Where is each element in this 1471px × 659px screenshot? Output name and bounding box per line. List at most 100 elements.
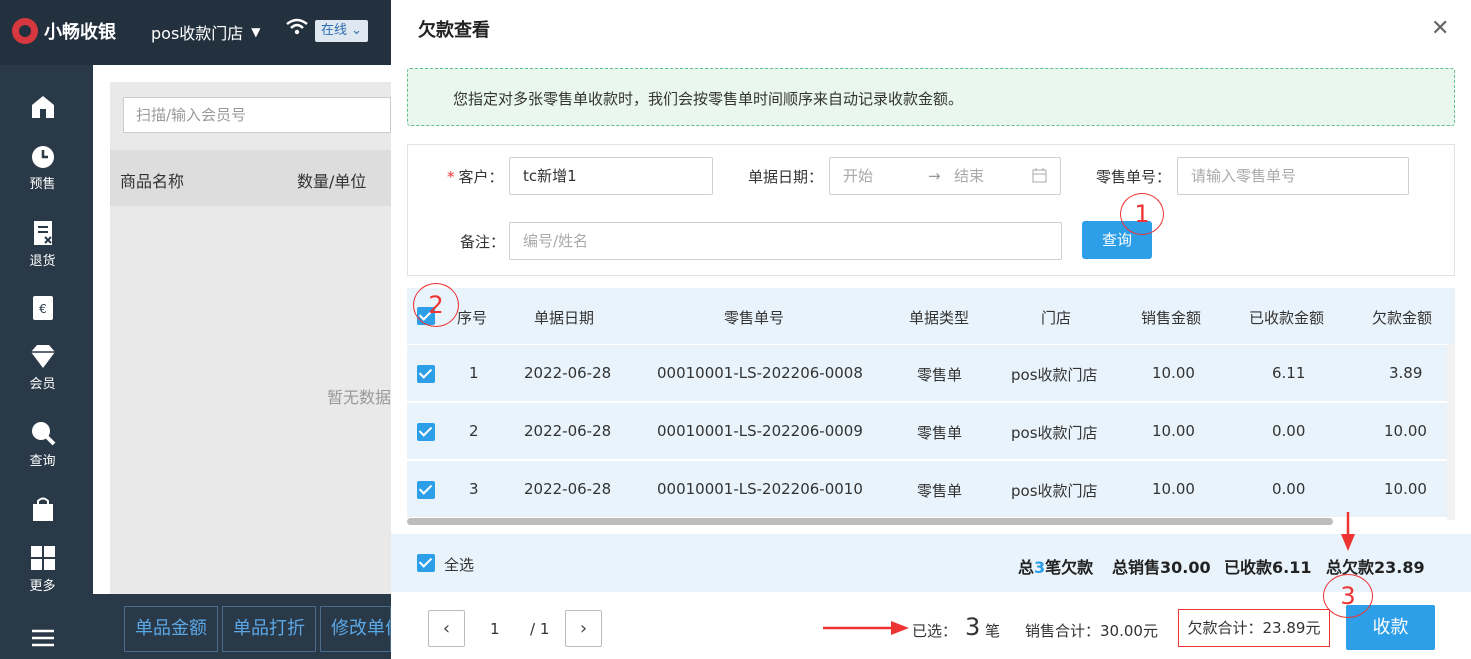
return-doc-icon — [33, 221, 52, 245]
cell-sales: 10.00 — [1152, 364, 1195, 382]
cell-received: 0.00 — [1272, 422, 1306, 440]
annotation-circle-1: 1 — [1120, 193, 1164, 235]
cell-date: 2022-06-28 — [524, 364, 612, 382]
date-label: 单据日期： — [748, 168, 824, 186]
nav-presale[interactable]: 预售 — [0, 143, 85, 192]
grid-icon — [30, 546, 55, 570]
cell-type: 零售单 — [917, 482, 963, 500]
total-received: 已收款6.11 — [1224, 558, 1312, 577]
total-pages: / 1 — [530, 620, 550, 638]
table-row[interactable]: 1 2022-06-28 00010001-LS-202206-0008 零售单… — [407, 345, 1447, 402]
calendar-icon — [1032, 168, 1047, 183]
remark-input[interactable]: 编号/姓名 — [509, 222, 1062, 260]
cell-retail-no: 00010001-LS-202206-0008 — [657, 364, 863, 382]
annotation-circle-2: 2 — [413, 283, 459, 327]
table-row[interactable]: 2 2022-06-28 00010001-LS-202206-0009 零售单… — [407, 403, 1447, 460]
cell-type: 零售单 — [917, 424, 963, 442]
cell-debt: 10.00 — [1384, 422, 1427, 440]
annotation-arrow-right-icon — [823, 621, 909, 635]
logo-icon — [12, 18, 38, 44]
cell-received: 0.00 — [1272, 480, 1306, 498]
row-checkbox[interactable] — [417, 365, 435, 383]
row-checkbox[interactable] — [417, 481, 435, 499]
nav-shop[interactable] — [0, 496, 85, 526]
th-store: 门店 — [1041, 309, 1072, 327]
select-all-checkbox[interactable] — [417, 554, 435, 572]
th-date: 单据日期 — [534, 309, 595, 327]
row-checkbox[interactable] — [417, 423, 435, 441]
col-product-name: 商品名称 — [120, 172, 185, 191]
nav-more[interactable]: 更多 — [0, 545, 85, 594]
vertical-scrollbar[interactable] — [1447, 344, 1455, 520]
notice-text: 您指定对多张零售单收款时，我们会按零售单时间顺序来自动记录收款金额。 — [453, 90, 964, 108]
total-count: 总3笔欠款 — [1018, 558, 1094, 577]
customer-label: * 客户： — [447, 168, 504, 186]
th-sales: 销售金额 — [1141, 309, 1202, 327]
cell-no: 1 — [469, 364, 479, 382]
nav-finance[interactable]: € — [0, 295, 85, 325]
modal-title: 欠款查看 — [418, 20, 490, 41]
store-name: pos收款门店 — [151, 24, 244, 43]
app-logo: 小畅收银 — [12, 18, 116, 44]
cell-sales: 10.00 — [1152, 422, 1195, 440]
debt-view-modal: 欠款查看 ✕ 您指定对多张零售单收款时，我们会按零售单时间顺序来自动记录收款金额… — [391, 0, 1471, 659]
cell-debt: 10.00 — [1384, 480, 1427, 498]
menu-icon[interactable] — [0, 625, 85, 655]
home-icon — [31, 96, 54, 118]
nav-home[interactable] — [0, 93, 85, 123]
th-retail-no: 零售单号 — [724, 309, 785, 327]
selected-label: 已选： — [912, 622, 958, 640]
table-header: 序号 单据日期 零售单号 单据类型 门店 销售金额 已收款金额 欠款金额 — [407, 288, 1455, 344]
th-type: 单据类型 — [909, 309, 970, 327]
date-end: 结束 — [954, 167, 985, 185]
svg-text:€: € — [39, 302, 47, 316]
th-received: 已收款金额 — [1249, 309, 1325, 327]
selected-count: 3 — [965, 613, 981, 641]
close-icon[interactable]: ✕ — [1431, 16, 1449, 41]
finance-icon: € — [32, 296, 53, 320]
nav-query[interactable]: 查询 — [0, 420, 85, 469]
retail-no-input[interactable]: 请输入零售单号 — [1177, 157, 1409, 195]
cell-date: 2022-06-28 — [524, 422, 612, 440]
nav-return[interactable]: 退货 — [0, 220, 85, 269]
current-page[interactable]: 1 — [490, 620, 500, 638]
next-page-button[interactable]: › — [565, 610, 602, 647]
cell-type: 零售单 — [917, 366, 963, 384]
diamond-icon — [30, 345, 55, 368]
member-scan-input[interactable]: 扫描/输入会员号 — [123, 97, 391, 133]
edit-price-button[interactable]: 修改单价 — [320, 606, 391, 652]
cell-date: 2022-06-28 — [524, 480, 612, 498]
summary-bar: 全选 总3笔欠款 总销售30.00 已收款6.11 总欠款23.89 — [391, 534, 1471, 592]
app-name: 小畅收银 — [44, 22, 116, 43]
table-row[interactable]: 3 2022-06-28 00010001-LS-202206-0010 零售单… — [407, 461, 1447, 518]
total-sales: 总销售30.00 — [1112, 558, 1211, 577]
cart-header: 商品名称 数量/单位 — [110, 150, 391, 206]
item-discount-button[interactable]: 单品打折 — [222, 606, 316, 652]
nav-member[interactable]: 会员 — [0, 343, 85, 392]
th-no: 序号 — [457, 309, 488, 327]
debt-total: 欠款合计：23.89元 — [1178, 609, 1330, 647]
online-status[interactable]: 在线 ⌄ — [315, 20, 369, 42]
bag-icon — [32, 497, 53, 521]
search-icon — [31, 422, 55, 446]
prev-page-button[interactable]: ‹ — [428, 610, 465, 647]
store-selector[interactable]: pos收款门店 ▼ — [151, 20, 261, 44]
th-debt: 欠款金额 — [1372, 309, 1433, 327]
annotation-arrow-down-icon — [1341, 512, 1355, 551]
select-all-label[interactable]: 全选 — [444, 554, 474, 575]
retail-no-label: 零售单号： — [1096, 168, 1172, 186]
customer-input[interactable]: tc新增1 — [509, 157, 713, 195]
selected-unit: 笔 — [985, 622, 1001, 640]
cell-retail-no: 00010001-LS-202206-0010 — [657, 480, 863, 498]
date-range-input[interactable]: 开始 → 结束 — [829, 157, 1061, 195]
item-price-button[interactable]: 单品金额 — [124, 606, 218, 652]
horizontal-scrollbar[interactable] — [407, 518, 1333, 525]
cell-no: 3 — [469, 480, 479, 498]
cell-received: 6.11 — [1272, 364, 1306, 382]
cell-no: 2 — [469, 422, 479, 440]
notice-banner: 您指定对多张零售单收款时，我们会按零售单时间顺序来自动记录收款金额。 — [407, 68, 1455, 126]
col-qty-unit: 数量/单位 — [297, 172, 367, 191]
annotation-circle-3: 3 — [1323, 574, 1373, 618]
side-nav: 预售 退货 € 会员 查询 更多 — [0, 65, 93, 659]
empty-text: 暂无数据 — [327, 388, 392, 407]
